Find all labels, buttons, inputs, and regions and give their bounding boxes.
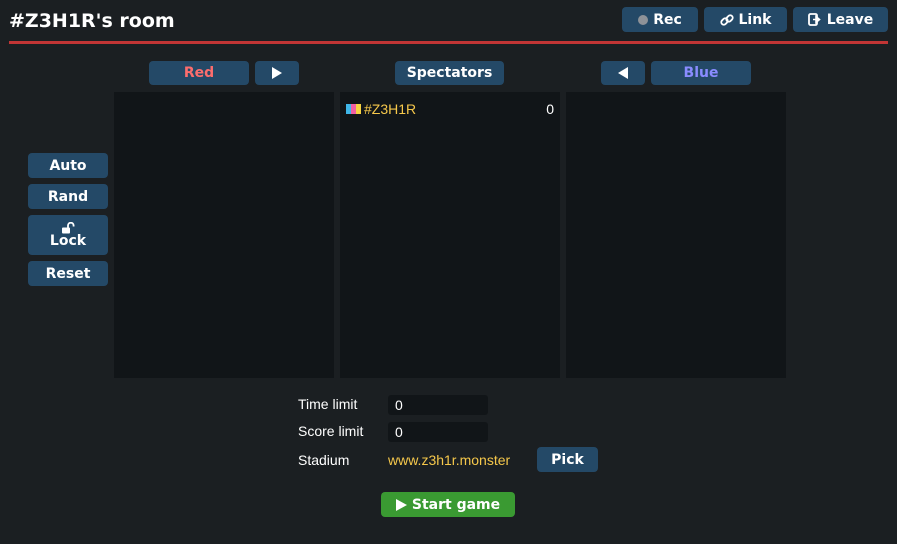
link-button[interactable]: Link [704,7,787,32]
arrow-right-icon [272,67,282,79]
leave-button[interactable]: Leave [793,7,888,32]
join-spectators-button[interactable]: Spectators [395,61,504,85]
unlock-icon [62,221,75,233]
join-blue-team-button[interactable]: Blue [651,61,751,85]
player-ping: 0 [546,101,554,117]
flag-icon [346,104,361,114]
rec-label: Rec [653,11,682,28]
move-to-blue-button[interactable] [601,61,645,85]
join-red-team-button[interactable]: Red [149,61,249,85]
score-limit-label: Score limit [298,423,364,439]
lock-button[interactable]: Lock [28,215,108,255]
record-dot-icon [638,14,649,25]
auto-button[interactable]: Auto [28,153,108,178]
pick-stadium-button[interactable]: Pick [537,447,598,472]
link-icon [719,13,734,26]
stadium-label: Stadium [298,452,350,468]
red-team-list[interactable] [114,92,334,378]
lock-label: Lock [49,232,87,249]
start-game-label: Start game [411,496,501,513]
move-to-red-button[interactable] [255,61,299,85]
spectators-list[interactable]: #Z3H1R 0 [340,92,560,378]
blue-team-list[interactable] [566,92,786,378]
player-name: #Z3H1R [364,101,417,117]
room-title: #Z3H1R's room [9,10,175,32]
time-limit-label: Time limit [298,396,358,412]
player-row[interactable]: #Z3H1R 0 [346,100,554,118]
link-label: Link [738,11,772,28]
leave-label: Leave [826,11,874,28]
stadium-name: www.z3h1r.monster [388,452,511,468]
reset-button[interactable]: Reset [28,261,108,286]
rec-button[interactable]: Rec [622,7,698,32]
sign-out-icon [807,13,821,26]
arrow-left-icon [618,67,628,79]
room-header: #Z3H1R's room Rec Link Leave [9,0,888,44]
start-game-button[interactable]: Start game [381,492,515,517]
play-icon [395,498,407,511]
time-limit-input[interactable] [388,395,488,415]
rand-button[interactable]: Rand [28,184,108,209]
game-room: #Z3H1R's room Rec Link Leave Red Spectat… [0,0,897,544]
score-limit-input[interactable] [388,422,488,442]
header-buttons: Rec Link Leave [622,7,888,32]
